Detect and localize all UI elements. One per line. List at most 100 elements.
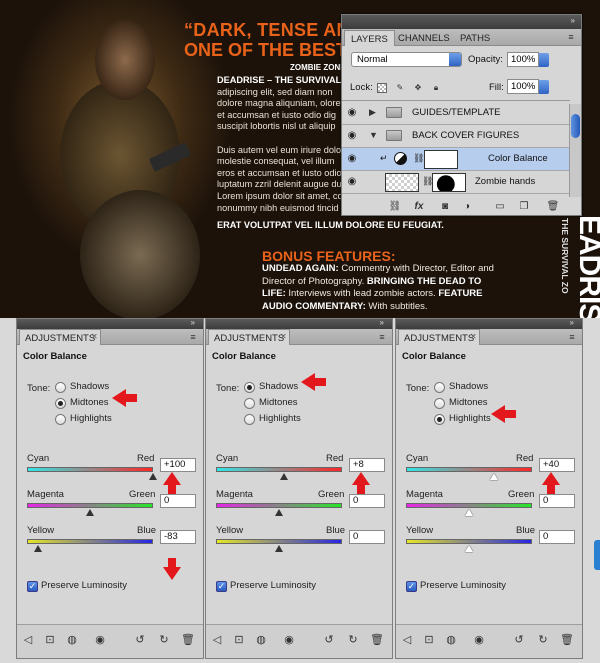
preserve-luminosity-checkbox[interactable]: ✓ <box>406 581 417 592</box>
link-layers-icon[interactable]: ⛓ <box>388 201 402 212</box>
expand-view-icon[interactable]: ⊡ <box>43 633 57 646</box>
layers-scrollbar[interactable] <box>569 104 581 197</box>
radio-highlights[interactable] <box>55 414 66 425</box>
slider-value-input[interactable]: 0 <box>160 494 196 508</box>
slider-track[interactable] <box>406 539 532 544</box>
tab-channels[interactable]: CHANNELS <box>392 30 456 46</box>
slider-track[interactable] <box>216 503 342 508</box>
reset-icon[interactable]: ↻ <box>536 633 550 646</box>
slider-value-input[interactable]: +100 <box>160 458 196 472</box>
radio-midtones[interactable] <box>55 398 66 409</box>
tab-paths[interactable]: PATHS <box>454 30 496 46</box>
slider-value-input[interactable]: 0 <box>349 530 385 544</box>
expand-view-icon[interactable]: ⊡ <box>422 633 436 646</box>
new-layer-icon[interactable]: ❐ <box>517 201 531 212</box>
fill-input[interactable]: 100% <box>507 79 539 94</box>
adjustments-titlebar[interactable]: » <box>396 318 582 329</box>
tab-layers[interactable]: LAYERS <box>344 30 395 46</box>
expand-view-icon[interactable]: ⊡ <box>232 633 246 646</box>
slider-value-input[interactable]: +40 <box>539 458 575 472</box>
visibility-icon[interactable]: ◉ <box>93 633 107 646</box>
tab-adjustments[interactable]: ADJUSTMENTS <box>398 329 481 345</box>
slider-knob[interactable] <box>33 545 42 552</box>
eye-icon[interactable]: ◉ <box>345 175 359 189</box>
layer-row-guides[interactable]: ◉ ▶ GUIDES/TEMPLATE <box>342 102 570 125</box>
trash-icon[interactable]: 🗑︎ <box>546 201 560 212</box>
opacity-input[interactable]: 100% <box>507 52 539 67</box>
tab-adjustments[interactable]: ADJUSTMENTS <box>19 329 102 345</box>
eye-icon[interactable]: ◉ <box>345 152 359 166</box>
collapse-icon[interactable]: » <box>571 16 575 25</box>
layer-row-back-cover[interactable]: ◉ ▼ BACK COVER FIGURES <box>342 125 570 148</box>
slider-knob[interactable] <box>86 509 94 516</box>
slider-track[interactable] <box>27 539 153 544</box>
slider-knob[interactable] <box>465 545 473 552</box>
slider-knob[interactable] <box>280 473 289 480</box>
panel-menu-icon[interactable]: ≡ <box>565 32 577 42</box>
collapse-icon[interactable]: » <box>570 318 574 327</box>
slider-knob[interactable] <box>149 473 157 480</box>
new-group-icon[interactable]: ▭ <box>493 201 507 212</box>
slider-value-input[interactable]: 0 <box>539 494 575 508</box>
blend-mode-select[interactable]: Normal <box>351 52 462 67</box>
layer-mask-thumbnail[interactable] <box>432 173 466 192</box>
eye-icon[interactable]: ◉ <box>345 129 359 143</box>
tab-adjustments[interactable]: ADJUSTMENTS <box>208 329 291 345</box>
preserve-luminosity-checkbox[interactable]: ✓ <box>216 581 227 592</box>
slider-track[interactable] <box>27 467 153 472</box>
slider-value-input[interactable]: -83 <box>160 530 196 544</box>
trash-icon[interactable]: 🗑︎ <box>181 633 195 646</box>
radio-shadows[interactable] <box>434 382 445 393</box>
radio-highlights[interactable] <box>244 414 255 425</box>
radio-midtones[interactable] <box>244 398 255 409</box>
opacity-arrow-icon[interactable] <box>539 53 549 67</box>
back-arrow-icon[interactable]: ◁ <box>210 633 224 646</box>
collapse-icon[interactable]: » <box>380 318 384 327</box>
layer-thumbnail[interactable] <box>385 173 419 192</box>
collapse-icon[interactable]: » <box>191 318 195 327</box>
layers-titlebar[interactable]: » <box>342 15 581 29</box>
adjustments-titlebar[interactable]: » <box>206 318 392 329</box>
panel-menu-icon[interactable]: ≡ <box>376 332 388 342</box>
radio-shadows[interactable] <box>244 382 255 393</box>
preserve-luminosity-checkbox[interactable]: ✓ <box>27 581 38 592</box>
lock-transparent-icon[interactable] <box>377 83 387 93</box>
radio-shadows[interactable] <box>55 382 66 393</box>
panel-menu-icon[interactable]: ≡ <box>187 332 199 342</box>
layer-mask-thumbnail[interactable] <box>424 150 458 169</box>
back-arrow-icon[interactable]: ◁ <box>400 633 414 646</box>
clip-to-layer-icon[interactable]: ◍ <box>254 633 268 646</box>
slider-track[interactable] <box>406 467 532 472</box>
slider-track[interactable] <box>27 503 153 508</box>
previous-state-icon[interactable]: ↺ <box>512 633 526 646</box>
fx-icon[interactable]: fx <box>412 201 426 212</box>
slider-knob[interactable] <box>275 545 283 552</box>
close-icon[interactable]: ✕ <box>91 332 98 341</box>
close-icon[interactable]: ✕ <box>470 332 477 341</box>
new-adjustment-icon[interactable]: ◑ <box>460 201 474 212</box>
lock-all-icon[interactable]: 🔒︎ <box>431 83 441 93</box>
trash-icon[interactable]: 🗑︎ <box>560 633 574 646</box>
back-arrow-icon[interactable]: ◁ <box>21 633 35 646</box>
disclosure-right-icon[interactable]: ▶ <box>369 107 376 118</box>
add-mask-icon[interactable]: ◙ <box>438 201 452 212</box>
panel-menu-icon[interactable]: ≡ <box>566 332 578 342</box>
previous-state-icon[interactable]: ↺ <box>322 633 336 646</box>
layer-row-zombie-hands[interactable]: ◉ ⛓ Zombie hands <box>342 171 570 194</box>
slider-track[interactable] <box>216 539 342 544</box>
previous-state-icon[interactable]: ↺ <box>133 633 147 646</box>
lock-pixels-icon[interactable]: ✎ <box>395 83 405 93</box>
adjustments-titlebar[interactable]: » <box>17 318 203 329</box>
radio-midtones[interactable] <box>434 398 445 409</box>
slider-track[interactable] <box>216 467 342 472</box>
slider-knob[interactable] <box>490 473 499 480</box>
slider-track[interactable] <box>406 503 532 508</box>
disclosure-down-icon[interactable]: ▼ <box>369 130 378 140</box>
eye-icon[interactable]: ◉ <box>345 106 359 120</box>
clip-to-layer-icon[interactable]: ◍ <box>65 633 79 646</box>
lock-position-icon[interactable]: ✥ <box>413 83 423 93</box>
radio-highlights[interactable] <box>434 414 445 425</box>
visibility-icon[interactable]: ◉ <box>472 633 486 646</box>
visibility-icon[interactable]: ◉ <box>282 633 296 646</box>
fill-arrow-icon[interactable] <box>539 80 549 94</box>
